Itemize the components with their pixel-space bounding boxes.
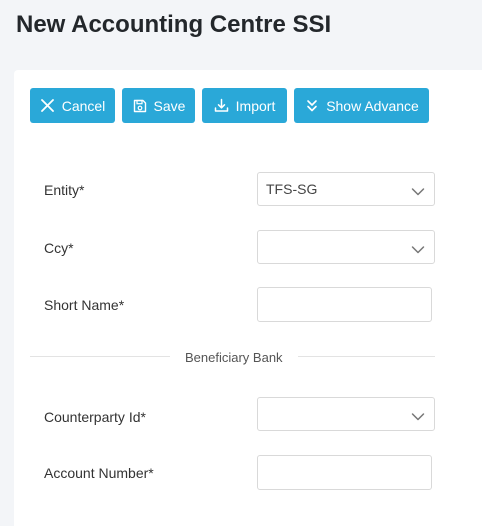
page-title: New Accounting Centre SSI	[16, 11, 332, 38]
chevron-down-icon	[411, 409, 425, 421]
account-number-input[interactable]	[257, 455, 432, 490]
ccy-select[interactable]	[257, 230, 435, 264]
divider-line-left	[30, 356, 170, 357]
short-name-input[interactable]	[257, 287, 432, 322]
counterparty-id-select[interactable]	[257, 397, 435, 431]
entity-label: Entity*	[44, 182, 85, 198]
counterparty-id-label: Counterparty Id*	[44, 409, 146, 425]
save-button[interactable]: Save	[122, 88, 195, 123]
form-card: Cancel Save Import Show Advance Entity* …	[14, 70, 482, 526]
short-name-label: Short Name*	[44, 297, 125, 313]
double-chevron-down-icon	[304, 98, 320, 114]
chevron-down-icon	[411, 242, 425, 254]
chevron-down-icon	[411, 184, 425, 196]
close-icon	[40, 98, 56, 114]
show-advance-button[interactable]: Show Advance	[294, 88, 429, 123]
download-icon	[214, 98, 230, 114]
save-icon	[132, 98, 148, 114]
show-advance-button-label: Show Advance	[326, 97, 419, 114]
import-button-label: Import	[235, 97, 276, 114]
save-button-label: Save	[153, 97, 186, 114]
divider-line-right	[298, 356, 435, 357]
entity-select[interactable]: TFS-SG	[257, 172, 435, 206]
beneficiary-bank-heading: Beneficiary Bank	[185, 350, 283, 365]
import-button[interactable]: Import	[202, 88, 287, 123]
entity-value: TFS-SG	[266, 181, 318, 197]
ccy-label: Ccy*	[44, 240, 74, 256]
cancel-button-label: Cancel	[61, 97, 106, 114]
cancel-button[interactable]: Cancel	[30, 88, 115, 123]
account-number-label: Account Number*	[44, 465, 154, 481]
